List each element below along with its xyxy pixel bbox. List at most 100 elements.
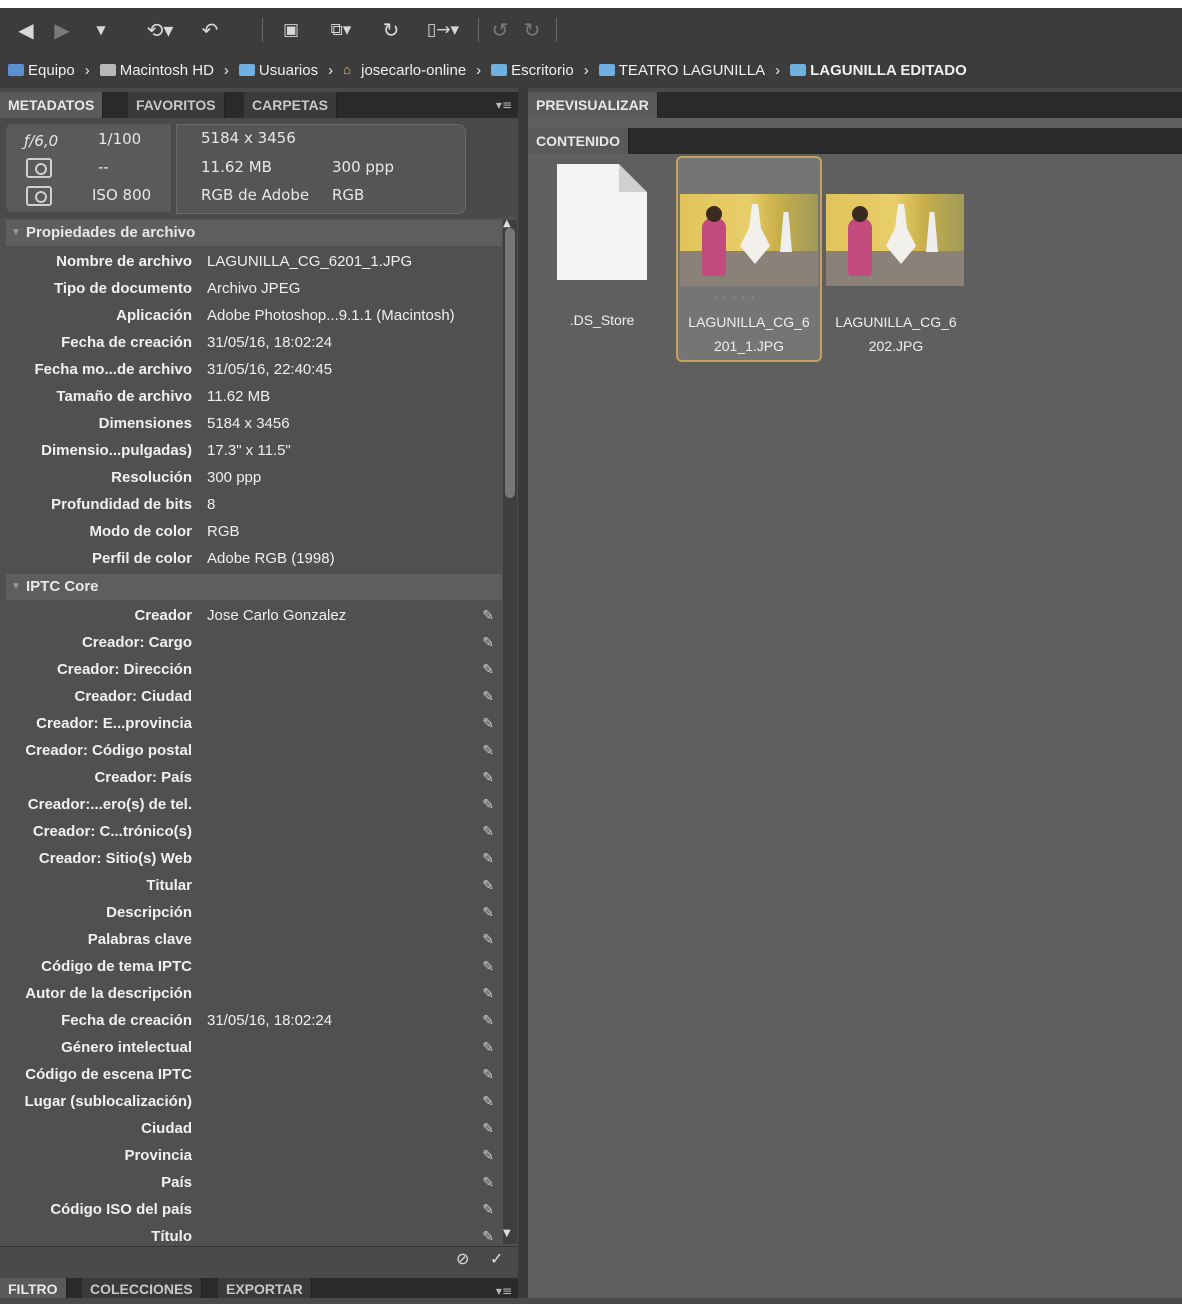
metadata-scroll-thumb[interactable] <box>505 228 515 498</box>
edit-pencil-icon[interactable]: ✎ <box>482 872 494 899</box>
file-item-ds-store[interactable]: .DS_Store <box>548 160 656 350</box>
tab-previsualizar[interactable]: PREVISUALIZAR <box>528 92 658 118</box>
metadata-row[interactable]: Autor de la descripción ✎ <box>6 980 502 1007</box>
metadata-row[interactable]: Creador: Ciudad ✎ <box>6 683 502 710</box>
metadata-row[interactable]: Título ✎ <box>6 1223 502 1248</box>
panel-menu-icon[interactable]: ▾≡ <box>496 92 512 118</box>
section-iptc-core[interactable]: ▼ IPTC Core <box>6 574 502 600</box>
breadcrumb-home[interactable]: ⌂ josecarlo-online › <box>335 62 483 79</box>
metadata-value[interactable]: 31/05/16, 18:02:24 <box>207 1007 332 1034</box>
scroll-down-icon[interactable]: ▼ <box>503 1228 511 1239</box>
metadata-value: 8 <box>207 496 216 513</box>
edit-pencil-icon[interactable]: ✎ <box>482 1223 494 1248</box>
edit-pencil-icon[interactable]: ✎ <box>482 1196 494 1223</box>
metadata-row[interactable]: Creador: Dirección ✎ <box>6 656 502 683</box>
edit-pencil-icon[interactable]: ✎ <box>482 602 494 629</box>
metadata-row[interactable]: Creador:...ero(s) de tel. ✎ <box>6 791 502 818</box>
metadata-row[interactable]: Palabras clave ✎ <box>6 926 502 953</box>
metadata-row[interactable]: Creador: Código postal ✎ <box>6 737 502 764</box>
tab-metadatos[interactable]: METADATOS <box>0 92 104 118</box>
metadata-key: Género intelectual <box>61 1039 192 1056</box>
edit-pencil-icon[interactable]: ✎ <box>482 656 494 683</box>
metadata-key: Fecha de creación <box>61 334 192 351</box>
disclosure-triangle-icon[interactable]: ▼ <box>6 574 26 600</box>
recent-dropdown-icon[interactable]: ▼ <box>92 18 110 42</box>
metadata-value[interactable]: Jose Carlo Gonzalez <box>207 602 346 629</box>
panel-menu-icon[interactable]: ▾≡ <box>496 1278 512 1304</box>
rotate-icon[interactable]: ↶ <box>200 18 220 42</box>
scroll-up-icon[interactable]: ▲ <box>503 218 511 229</box>
metadata-key: Modo de color <box>89 523 193 540</box>
metadata-row[interactable]: Creador: E...provincia ✎ <box>6 710 502 737</box>
refresh-icon[interactable]: ↻ <box>378 18 404 42</box>
metadata-row[interactable]: Género intelectual ✎ <box>6 1034 502 1061</box>
cancel-icon[interactable]: ⊘ <box>456 1249 469 1268</box>
metadata-panel: ▼ Propiedades de archivo Nombre de archivo… <box>0 218 518 1248</box>
metadata-row[interactable]: País ✎ <box>6 1169 502 1196</box>
breadcrumb-lagunilla-editado[interactable]: LAGUNILLA EDITADO <box>782 62 967 79</box>
metadata-row[interactable]: Código de escena IPTC ✎ <box>6 1061 502 1088</box>
disclosure-triangle-icon[interactable]: ▼ <box>6 220 26 246</box>
edit-pencil-icon[interactable]: ✎ <box>482 1061 494 1088</box>
file-item-selected[interactable]: ····· LAGUNILLA_CG_6 201_1.JPG <box>676 156 822 362</box>
metadata-row[interactable]: Creador Jose Carlo Gonzalez ✎ <box>6 602 502 629</box>
edit-pencil-icon[interactable]: ✎ <box>482 737 494 764</box>
copy-icon[interactable]: ⧉▾ <box>318 18 364 42</box>
back-arrow-icon[interactable]: ◀ <box>14 18 38 42</box>
metadata-row[interactable]: Fecha de creación 31/05/16, 18:02:24 ✎ <box>6 1007 502 1034</box>
metadata-key: Código de tema IPTC <box>41 958 192 975</box>
tab-filtro[interactable]: FILTRO <box>0 1278 67 1298</box>
edit-pencil-icon[interactable]: ✎ <box>482 926 494 953</box>
tab-carpetas[interactable]: CARPETAS <box>244 92 337 118</box>
metadata-row[interactable]: Descripción ✎ <box>6 899 502 926</box>
camera-import-icon[interactable]: ▣ <box>276 18 306 42</box>
apply-check-icon[interactable]: ✓ <box>490 1249 503 1268</box>
file-item[interactable]: LAGUNILLA_CG_6 202.JPG <box>826 156 966 362</box>
metadata-row[interactable]: Ciudad ✎ <box>6 1115 502 1142</box>
breadcrumb-escritorio[interactable]: Escritorio › <box>483 62 591 79</box>
edit-pencil-icon[interactable]: ✎ <box>482 845 494 872</box>
edit-pencil-icon[interactable]: ✎ <box>482 953 494 980</box>
breadcrumb-usuarios[interactable]: Usuarios › <box>231 62 335 79</box>
rating-dots[interactable]: ····· <box>714 292 761 303</box>
redo-icon[interactable]: ↻ <box>520 18 544 42</box>
breadcrumb-equipo[interactable]: Equipo › <box>0 62 92 79</box>
metadata-row[interactable]: Titular ✎ <box>6 872 502 899</box>
edit-pencil-icon[interactable]: ✎ <box>482 1169 494 1196</box>
metadata-row[interactable]: Código ISO del país ✎ <box>6 1196 502 1223</box>
boomerang-icon[interactable]: ⟲▾ <box>138 18 182 42</box>
undo-icon[interactable]: ↺ <box>488 18 512 42</box>
forward-arrow-icon[interactable]: ▶ <box>50 18 74 42</box>
edit-pencil-icon[interactable]: ✎ <box>482 629 494 656</box>
tab-colecciones[interactable]: COLECCIONES <box>82 1278 202 1298</box>
edit-pencil-icon[interactable]: ✎ <box>482 980 494 1007</box>
edit-pencil-icon[interactable]: ✎ <box>482 764 494 791</box>
edit-pencil-icon[interactable]: ✎ <box>482 1034 494 1061</box>
output-icon[interactable]: ▯→▾ <box>418 18 468 42</box>
edit-pencil-icon[interactable]: ✎ <box>482 791 494 818</box>
edit-pencil-icon[interactable]: ✎ <box>482 710 494 737</box>
metadata-row[interactable]: Creador: País ✎ <box>6 764 502 791</box>
section-file-properties[interactable]: ▼ Propiedades de archivo <box>6 220 502 246</box>
breadcrumb-macintosh-hd[interactable]: Macintosh HD › <box>92 62 231 79</box>
metadata-row[interactable]: Creador: C...trónico(s) ✎ <box>6 818 502 845</box>
panel-divider[interactable] <box>518 88 528 1298</box>
breadcrumb-teatro-lagunilla[interactable]: TEATRO LAGUNILLA › <box>591 62 782 79</box>
edit-pencil-icon[interactable]: ✎ <box>482 899 494 926</box>
edit-pencil-icon[interactable]: ✎ <box>482 1142 494 1169</box>
metadata-row[interactable]: Creador: Cargo ✎ <box>6 629 502 656</box>
metadata-key: País <box>161 1174 192 1191</box>
tab-favoritos[interactable]: FAVORITOS <box>128 92 225 118</box>
edit-pencil-icon[interactable]: ✎ <box>482 1115 494 1142</box>
metadata-row[interactable]: Lugar (sublocalización) ✎ <box>6 1088 502 1115</box>
tab-exportar[interactable]: EXPORTAR <box>218 1278 312 1298</box>
edit-pencil-icon[interactable]: ✎ <box>482 1007 494 1034</box>
metadata-row[interactable]: Creador: Sitio(s) Web ✎ <box>6 845 502 872</box>
metadata-row[interactable]: Provincia ✎ <box>6 1142 502 1169</box>
edit-pencil-icon[interactable]: ✎ <box>482 683 494 710</box>
tab-contenido[interactable]: CONTENIDO <box>528 128 629 154</box>
metadata-row[interactable]: Código de tema IPTC ✎ <box>6 953 502 980</box>
edit-pencil-icon[interactable]: ✎ <box>482 1088 494 1115</box>
edit-pencil-icon[interactable]: ✎ <box>482 818 494 845</box>
size-value: 11.62 MB <box>201 158 272 176</box>
